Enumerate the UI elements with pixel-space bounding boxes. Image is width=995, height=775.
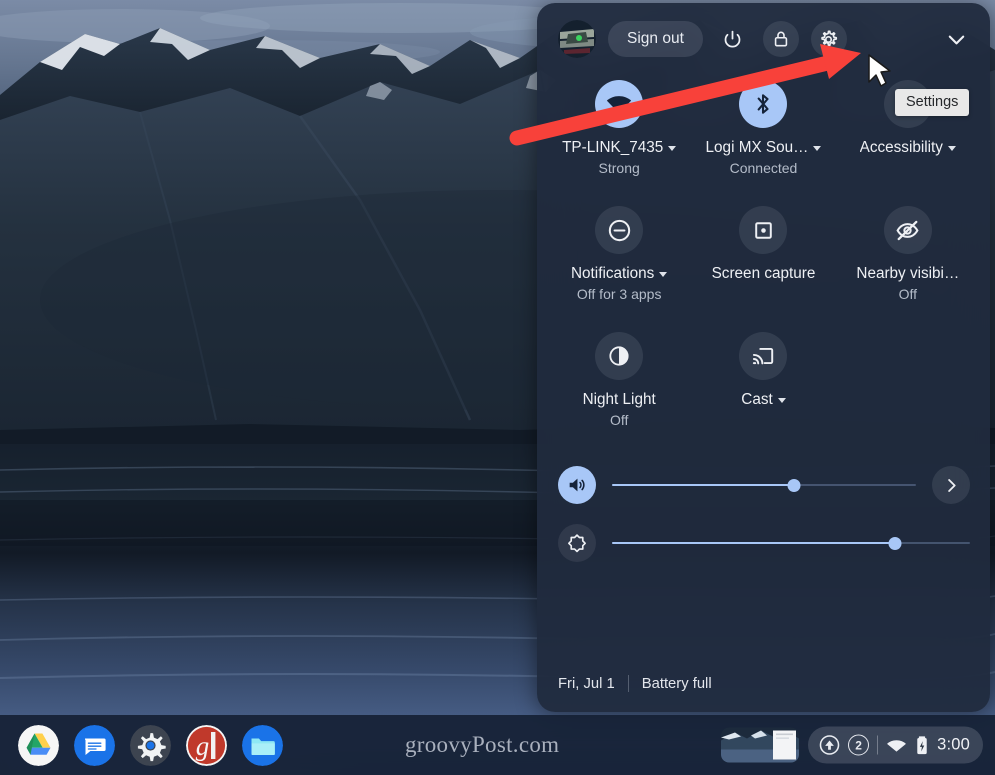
shelf-item-messages[interactable]	[74, 724, 115, 766]
nearby-visibility-tile-icon-circle	[883, 206, 932, 254]
do-not-disturb-icon	[608, 219, 630, 241]
tile-cast[interactable]: Cast	[691, 332, 835, 436]
shelf-item-files[interactable]	[242, 724, 283, 766]
bluetooth-label: Logi MX Sou…	[705, 139, 809, 156]
cast-icon	[753, 347, 774, 365]
tile-notifications[interactable]: Notifications Off for 3 apps	[547, 206, 691, 310]
chevron-right-icon	[947, 478, 956, 492]
quick-settings-header: Sign out	[537, 3, 990, 58]
volume-slider-thumb[interactable]	[787, 478, 801, 492]
volume-slider[interactable]	[612, 478, 916, 492]
wifi-label-row: TP-LINK_7435	[562, 139, 677, 157]
nearby-visibility-sublabel: Off	[898, 286, 918, 302]
avatar[interactable]	[558, 20, 596, 58]
chevron-down-icon[interactable]	[947, 145, 956, 151]
night-light-tile-icon-circle	[595, 332, 644, 380]
upload-arrow-icon[interactable]	[819, 735, 840, 756]
volume-slider-row	[537, 456, 990, 514]
night-light-icon	[609, 346, 629, 366]
shelf: g groovyPost.com 2 3:00	[0, 715, 995, 775]
cast-tile-icon-circle	[739, 332, 788, 380]
notifications-label-row: Notifications	[571, 265, 668, 283]
shelf-item-groovypost[interactable]: g	[186, 724, 227, 766]
svg-text:g: g	[196, 731, 210, 761]
tile-screen-capture[interactable]: Screen capture	[691, 206, 835, 310]
brightness-icon-button[interactable]	[558, 524, 596, 562]
night-light-sublabel: Off	[609, 412, 629, 428]
wifi-locked-icon	[607, 96, 632, 114]
wifi-tile-icon-circle	[595, 80, 644, 128]
bluetooth-icon	[758, 94, 770, 114]
tray-divider	[877, 735, 879, 755]
status-area-pill[interactable]: 2 3:00	[808, 726, 983, 764]
watermark: groovyPost.com	[405, 732, 560, 757]
settings-button[interactable]	[810, 21, 847, 57]
brightness-slider-fill	[612, 542, 895, 544]
screen-capture-label-row: Screen capture	[712, 265, 816, 284]
brightness-slider-row	[537, 514, 990, 572]
shelf-item-google-drive[interactable]	[18, 724, 59, 766]
bluetooth-sublabel: Connected	[729, 160, 798, 176]
night-light-label: Night Light	[582, 391, 656, 408]
bluetooth-tile-icon-circle	[739, 80, 788, 128]
notifications-sublabel: Off for 3 apps	[576, 286, 662, 302]
accessibility-label: Accessibility	[859, 139, 943, 156]
clock-label[interactable]: 3:00	[937, 736, 970, 755]
power-button[interactable]	[715, 21, 751, 57]
collapse-button[interactable]	[938, 21, 974, 57]
battery-icon[interactable]	[915, 735, 929, 756]
power-icon	[725, 30, 741, 47]
screen-capture-label: Screen capture	[711, 265, 816, 282]
shelf-item-settings[interactable]	[130, 724, 171, 766]
quick-settings-footer: Fri, Jul 1 Battery full	[537, 675, 990, 712]
nearby-visibility-label-row: Nearby visibi…	[856, 265, 959, 283]
audio-settings-button[interactable]	[932, 466, 970, 504]
wifi-label: TP-LINK_7435	[562, 139, 664, 156]
cast-label-row: Cast	[741, 391, 786, 409]
accessibility-label-row: Accessibility	[860, 139, 956, 157]
screen-capture-tile-icon-circle	[739, 206, 788, 254]
quick-settings-panel: Sign out Settings TP-LINK_7435 Strong Lo…	[537, 3, 990, 712]
system-tray: 2 3:00	[721, 726, 983, 764]
volume-up-icon	[569, 478, 585, 492]
tile-bluetooth[interactable]: Logi MX Sou… Connected	[691, 80, 835, 184]
tile-night-light[interactable]: Night Light Off	[547, 332, 691, 436]
chevron-down-icon[interactable]	[777, 397, 786, 403]
volume-slider-fill	[612, 484, 795, 486]
gear-icon	[821, 29, 838, 46]
settings-tooltip: Settings	[895, 89, 970, 116]
screen-capture-icon	[755, 221, 772, 239]
eye-off-icon	[896, 220, 919, 240]
wifi-sublabel: Strong	[598, 160, 640, 176]
sign-out-button[interactable]: Sign out	[608, 21, 703, 57]
notifications-tile-icon-circle	[595, 206, 644, 254]
chevron-down-icon[interactable]	[668, 145, 677, 151]
volume-mute-toggle[interactable]	[558, 466, 596, 504]
chevron-down-icon[interactable]	[813, 145, 822, 151]
footer-divider	[627, 675, 629, 692]
night-light-label-row: Night Light	[583, 391, 656, 409]
lock-icon	[774, 31, 788, 47]
nearby-visibility-label: Nearby visibi…	[856, 265, 960, 282]
bluetooth-label-row: Logi MX Sou…	[706, 139, 822, 157]
chevron-down-icon[interactable]	[659, 271, 668, 277]
brightness-slider-thumb[interactable]	[888, 536, 902, 550]
notifications-label: Notifications	[571, 265, 655, 282]
lock-button[interactable]	[762, 21, 799, 57]
tile-wifi[interactable]: TP-LINK_7435 Strong	[547, 80, 691, 184]
chevron-down-icon	[948, 35, 964, 44]
wifi-icon[interactable]	[886, 735, 907, 756]
battery-status-label[interactable]: Battery full	[642, 676, 712, 692]
cast-label: Cast	[741, 391, 773, 408]
brightness-icon	[568, 534, 586, 553]
window-preview-thumbnail[interactable]	[721, 727, 800, 763]
brightness-slider[interactable]	[612, 536, 970, 550]
notification-count-badge[interactable]: 2	[848, 734, 870, 756]
date-label[interactable]: Fri, Jul 1	[558, 676, 615, 692]
tile-nearby-visibility[interactable]: Nearby visibi… Off	[836, 206, 980, 310]
shelf-app-list: g	[0, 724, 283, 766]
